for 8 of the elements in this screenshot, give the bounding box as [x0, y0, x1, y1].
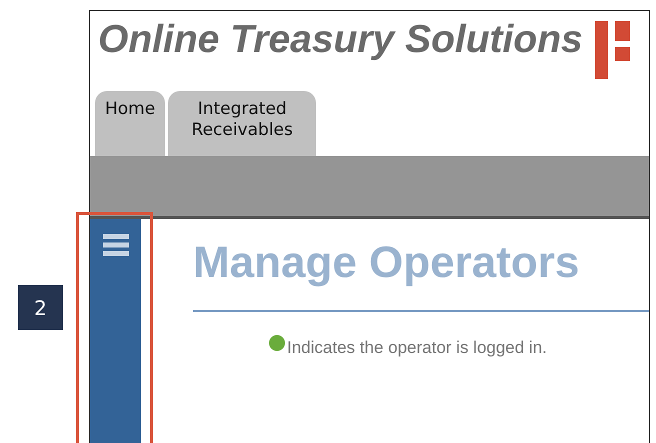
callout-badge: 2 [18, 285, 63, 330]
app-title: Online Treasury Solutions [98, 19, 583, 62]
legend-text: Indicates the operator is logged in. [287, 338, 547, 358]
menu-icon[interactable] [102, 234, 128, 256]
page-heading: Manage Operators [193, 237, 580, 289]
logo-icon [594, 21, 630, 79]
nav-tab[interactable]: Home [95, 91, 166, 156]
nav-tab[interactable]: Integrated Receivables [168, 91, 316, 156]
